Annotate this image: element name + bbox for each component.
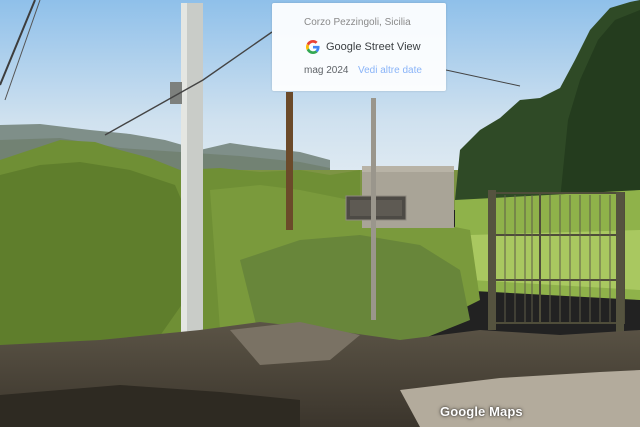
street-view-info-card: Corzo Pezzingoli, Sicilia Google Street …: [272, 3, 446, 91]
google-g-logo-icon: [306, 40, 320, 54]
google-maps-watermark: Google Maps: [440, 404, 523, 419]
capture-date: mag 2024: [304, 65, 349, 76]
wooden-pole: [286, 92, 293, 230]
more-dates-link[interactable]: Vedi altre date: [358, 65, 422, 76]
place-name: Corzo Pezzingoli, Sicilia: [304, 17, 411, 28]
street-view-brand: Google Street View: [306, 39, 421, 55]
street-view-label: Google Street View: [326, 41, 421, 53]
street-view-viewer[interactable]: Corzo Pezzingoli, Sicilia Google Street …: [0, 0, 640, 427]
